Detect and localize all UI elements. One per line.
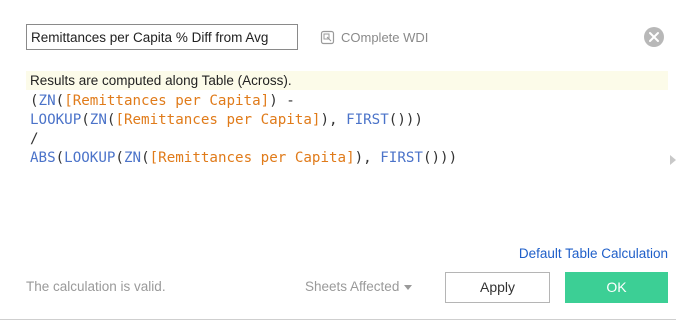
sheets-affected-label: Sheets Affected xyxy=(305,279,400,294)
datasource-icon xyxy=(320,30,335,45)
sheets-affected-dropdown[interactable]: Sheets Affected xyxy=(305,279,413,294)
field-remittances: [Remittances per Capita] xyxy=(115,112,321,128)
field-remittances: [Remittances per Capita] xyxy=(149,150,355,166)
code-line-2: LOOKUP(ZN([Remittances per Capita]), FIR… xyxy=(30,112,423,128)
scroll-arrow-icon[interactable] xyxy=(670,155,676,165)
calculation-dialog: COmplete WDI Results are computed along … xyxy=(0,0,676,320)
apply-button[interactable]: Apply xyxy=(445,272,550,303)
function-zn: ZN xyxy=(89,112,107,128)
function-first: FIRST xyxy=(346,112,389,128)
paren: ( xyxy=(81,112,90,128)
paren: ( xyxy=(141,150,150,166)
paren: ())) xyxy=(422,150,458,166)
separator: ), xyxy=(320,112,347,128)
code-line-1: (ZN([Remittances per Capita]) - xyxy=(30,93,295,109)
computation-info: Results are computed along Table (Across… xyxy=(26,71,668,90)
operator-divide: / xyxy=(30,131,39,147)
function-zn: ZN xyxy=(123,150,142,166)
paren: ())) xyxy=(388,112,423,128)
operator: ) - xyxy=(269,93,295,109)
function-lookup: LOOKUP xyxy=(30,112,82,128)
formula-code[interactable]: (ZN([Remittances per Capita]) - LOOKUP(Z… xyxy=(30,92,457,168)
function-lookup: LOOKUP xyxy=(64,150,116,166)
code-line-4: ABS(LOOKUP(ZN([Remittances per Capita]),… xyxy=(30,150,457,166)
datasource-label: COmplete WDI xyxy=(320,26,428,48)
formula-editor[interactable]: Results are computed along Table (Across… xyxy=(26,65,668,265)
validation-status: The calculation is valid. xyxy=(26,279,166,294)
field-remittances: [Remittances per Capita] xyxy=(64,93,270,109)
caret-down-icon xyxy=(404,285,413,290)
paren: ( xyxy=(115,150,124,166)
default-table-calculation-link[interactable]: Default Table Calculation xyxy=(519,246,668,261)
datasource-name: COmplete WDI xyxy=(341,29,429,45)
close-button[interactable] xyxy=(644,27,664,47)
function-zn: ZN xyxy=(38,93,56,109)
calc-name-input[interactable] xyxy=(26,24,298,50)
paren: ( xyxy=(30,93,39,109)
paren: ( xyxy=(55,93,65,109)
code-line-3: / xyxy=(30,131,39,147)
function-abs: ABS xyxy=(30,150,56,166)
ok-button[interactable]: OK xyxy=(565,272,668,303)
separator: ), xyxy=(354,150,381,166)
paren: ( xyxy=(55,150,65,166)
close-icon xyxy=(649,32,659,42)
function-first: FIRST xyxy=(380,150,423,166)
